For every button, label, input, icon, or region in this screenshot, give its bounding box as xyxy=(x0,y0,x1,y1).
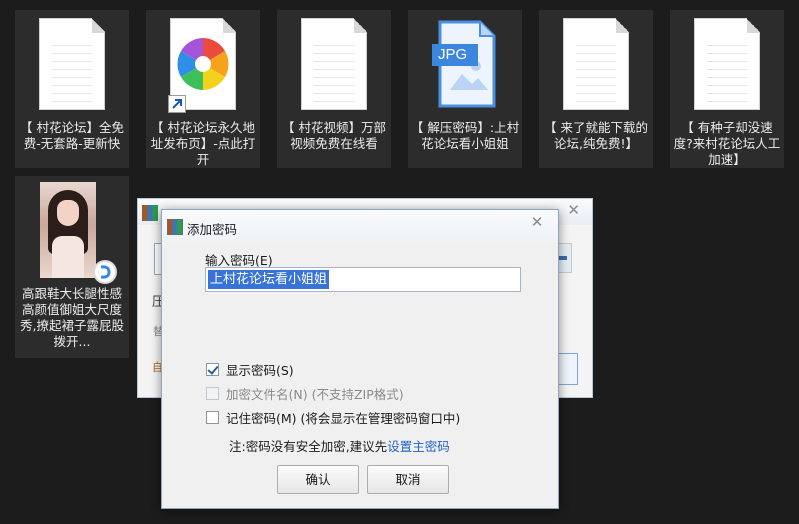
encrypt-filenames-option: 加密文件名(N) (不支持ZIP格式) xyxy=(206,384,404,402)
shortcut-pinwheel-icon xyxy=(168,18,236,113)
security-note: 注:密码没有安全加密,建议先设置主密码 xyxy=(229,436,450,455)
file-tile-1[interactable]: 【 村花论坛】全免费-无套路-更新快 xyxy=(15,10,129,168)
file-tile-4[interactable]: JPG 【 解压密码】:上村花论坛看小姐姐 xyxy=(408,10,522,168)
encrypt-filenames-checkbox xyxy=(206,386,219,400)
text-document-icon xyxy=(563,18,629,110)
show-password-option[interactable]: 显示密码(S) xyxy=(206,360,294,378)
cancel-button[interactable]: 取消 xyxy=(367,465,449,494)
archive-app-icon xyxy=(167,219,183,235)
file-tile-7[interactable]: 高跟鞋大长腿性感高颜值御姐大尺度秀,撩起裙子露屁股拨开... xyxy=(15,176,129,358)
remember-password-option[interactable]: 记住密码(M) (将会显示在管理密码窗口中) xyxy=(206,408,460,426)
file-tile-2[interactable]: 【 村花论坛永久地址发布页】-点此打开 xyxy=(146,10,260,168)
jpg-image-icon: JPG xyxy=(432,18,498,110)
password-input[interactable]: 上村花论坛看小姐姐 xyxy=(205,267,521,292)
video-player-badge-icon xyxy=(93,260,117,284)
remember-password-label: 记住密码(M) (将会显示在管理密码窗口中) xyxy=(226,410,461,426)
file-label: 【 村花视频】万部视频免费在线看 xyxy=(282,120,386,151)
file-label: 【 村花论坛】全免费-无套路-更新快 xyxy=(20,120,124,151)
text-document-icon xyxy=(301,18,367,110)
close-icon: ✕ xyxy=(530,213,544,231)
show-password-checkbox[interactable] xyxy=(206,362,219,376)
dialog-title: 添加密码 xyxy=(187,222,238,237)
file-label: 【 来了就能下载的论坛,纯免费!】 xyxy=(544,120,648,151)
confirm-button[interactable]: 确认 xyxy=(277,465,359,494)
file-label: 【 村花论坛永久地址发布页】-点此打开 xyxy=(150,120,256,167)
dialog-titlebar[interactable]: 添加密码 ✕ xyxy=(162,210,558,242)
file-tile-6[interactable]: 【 有种子却没速度?来村花论坛人工加速】 xyxy=(670,10,784,168)
file-label: 【 解压密码】:上村花论坛看小姐姐 xyxy=(410,120,520,151)
note-text: 注:密码没有安全加密,建议先 xyxy=(229,439,388,454)
file-label: 高跟鞋大长腿性感高颜值御姐大尺度秀,撩起裙子露屁股拨开... xyxy=(20,286,124,349)
encrypt-filenames-label: 加密文件名(N) (不支持ZIP格式) xyxy=(226,386,404,402)
jpg-badge: JPG xyxy=(438,46,468,63)
set-master-password-link[interactable]: 设置主密码 xyxy=(387,439,450,454)
background-close-icon[interactable]: ✕ xyxy=(567,201,580,219)
file-tile-5[interactable]: 【 来了就能下载的论坛,纯免费!】 xyxy=(539,10,653,168)
password-value: 上村花论坛看小姐姐 xyxy=(208,270,330,289)
close-button[interactable]: ✕ xyxy=(524,212,550,232)
shortcut-arrow-icon xyxy=(168,95,186,113)
text-document-icon xyxy=(39,18,105,110)
archive-app-icon xyxy=(142,205,158,221)
text-document-icon xyxy=(694,18,760,110)
file-tile-3[interactable]: 【 村花视频】万部视频免费在线看 xyxy=(277,10,391,168)
show-password-label: 显示密码(S) xyxy=(226,362,294,378)
remember-password-checkbox[interactable] xyxy=(206,410,219,424)
photo-thumbnail-icon xyxy=(40,182,96,278)
add-password-dialog: 添加密码 ✕ 输入密码(E) 上村花论坛看小姐姐 显示密码(S) 加密文件名(N… xyxy=(161,209,559,509)
file-label: 【 有种子却没速度?来村花论坛人工加速】 xyxy=(673,120,781,167)
